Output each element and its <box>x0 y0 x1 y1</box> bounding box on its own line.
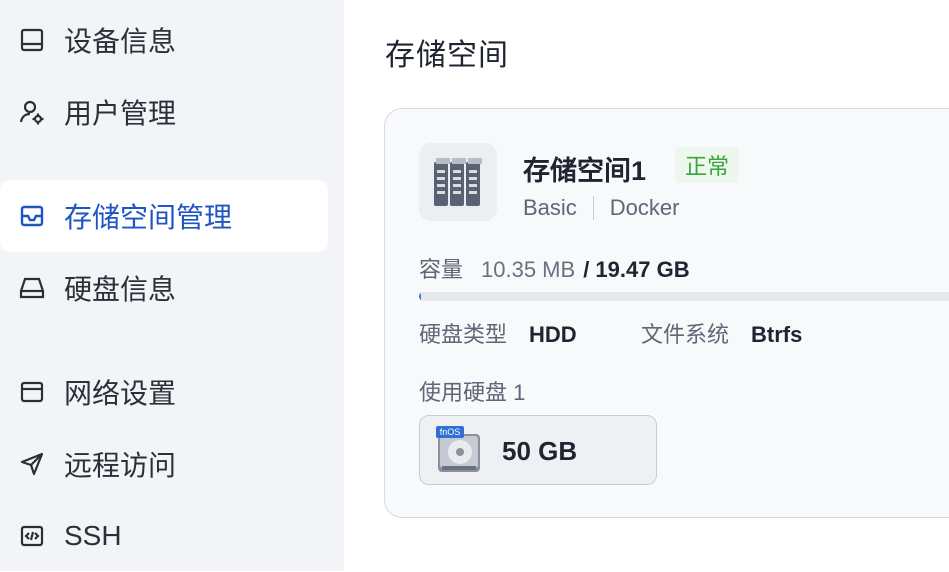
volume-meta: Basic Docker <box>523 195 679 221</box>
sidebar-item-remote-access[interactable]: 远程访问 <box>0 428 328 500</box>
disk-type-row: 硬盘类型 HDD <box>419 317 577 349</box>
filesystem-value: Btrfs <box>751 322 803 347</box>
server-rack-icon <box>419 143 497 221</box>
disk-size: 50 GB <box>502 436 578 466</box>
network-icon <box>18 378 46 406</box>
filesystem-label: 文件系统 <box>641 322 730 347</box>
volume-name: 存储空间1 <box>523 156 647 186</box>
sidebar-item-label: 存储空间管理 <box>64 202 233 233</box>
sidebar-item-storage-management[interactable]: 存储空间管理 <box>0 180 328 252</box>
monitor-icon <box>18 26 46 54</box>
sidebar-item-user-management[interactable]: 用户管理 <box>0 76 328 148</box>
hard-drive-icon <box>18 274 46 302</box>
capacity-total: / 19.47 GB <box>583 257 690 282</box>
page-title: 存储空间 <box>385 39 509 72</box>
capacity-used: 10.35 MB <box>481 257 576 282</box>
sidebar-item-ssh[interactable]: SSH <box>0 500 328 572</box>
sidebar-item-label: 网络设置 <box>64 378 177 409</box>
storage-volume-card[interactable]: 存储空间1 正常 Basic Docker 容量 10.35 MB / 19.4… <box>384 108 949 518</box>
main-content: 存储空间 存储空间1 正常 Basic Docker 容量 10.35 MB /… <box>344 0 949 571</box>
sidebar-item-label: 用户管理 <box>64 98 177 129</box>
disk-type-label: 硬盘类型 <box>419 322 508 347</box>
status-badge: 正常 <box>675 147 740 183</box>
disk-chip[interactable]: fnOS 50 GB <box>419 415 657 485</box>
sidebar-item-label: SSH <box>64 520 122 551</box>
capacity-progress-fill <box>419 292 421 301</box>
hard-disk-icon: fnOS <box>436 426 480 472</box>
capacity-row: 容量 10.35 MB / 19.47 GB <box>419 252 690 284</box>
capacity-label: 容量 <box>419 257 464 282</box>
divider <box>592 196 594 220</box>
used-disks-label: 使用硬盘 1 <box>419 380 526 405</box>
user-settings-icon <box>18 98 46 126</box>
send-icon <box>18 450 46 478</box>
sidebar: 设备信息 用户管理 存储空间管理 硬盘信息 网络设置 远程访问 SSH <box>0 0 344 571</box>
sidebar-item-network-settings[interactable]: 网络设置 <box>0 356 328 428</box>
filesystem-row: 文件系统 Btrfs <box>641 317 802 349</box>
fnos-badge: fnOS <box>440 427 461 437</box>
sidebar-item-device-info[interactable]: 设备信息 <box>0 4 328 76</box>
sidebar-item-label: 远程访问 <box>64 450 177 481</box>
disk-type-value: HDD <box>529 322 577 347</box>
raid-type: Basic <box>523 195 577 220</box>
volume-usage: Docker <box>609 195 680 220</box>
capacity-progress-bar <box>419 292 949 301</box>
sidebar-item-label: 设备信息 <box>64 26 177 57</box>
sidebar-item-label: 硬盘信息 <box>64 274 177 305</box>
code-icon <box>18 522 46 550</box>
inbox-icon <box>18 202 46 230</box>
sidebar-item-disk-info[interactable]: 硬盘信息 <box>0 252 328 324</box>
